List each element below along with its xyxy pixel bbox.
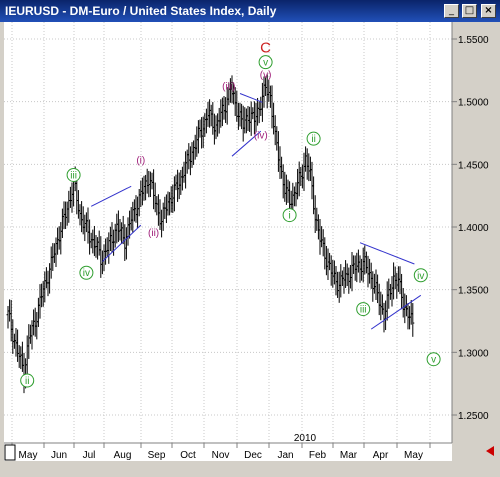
month-label: Apr [373, 450, 389, 461]
minimize-icon[interactable]: _ [444, 4, 459, 18]
month-label: Aug [114, 450, 132, 461]
price-tick-label: 1.4500 [458, 160, 489, 171]
price-tick-label: 1.5500 [458, 35, 489, 46]
month-label: Sep [148, 450, 166, 461]
month-label: Jul [83, 450, 96, 461]
wave-label: C [260, 39, 271, 56]
wave-label: i [288, 211, 290, 222]
price-tick-label: 1.2500 [458, 411, 489, 422]
price-tick-label: 1.5000 [458, 98, 489, 109]
month-label: Oct [180, 450, 196, 461]
price-tick-label: 1.3000 [458, 348, 489, 359]
wave-label: (i) [136, 155, 145, 166]
wave-label: (iii) [222, 82, 235, 93]
wave-label: ii [311, 134, 315, 145]
price-tick-label: 1.4000 [458, 223, 489, 234]
month-label: May [19, 450, 38, 461]
wave-label: (iv) [254, 130, 268, 141]
month-label: Feb [309, 450, 327, 461]
month-label: May [404, 450, 423, 461]
wave-label: iv [83, 268, 90, 279]
year-label: 2010 [294, 433, 317, 444]
wave-label: (ii) [148, 228, 159, 239]
price-chart: Cv(v)(iii)(iv)(i)(ii)iiiiviiiiiiiiivv 1.… [0, 22, 500, 477]
window-title: IEURUSD - DM-Euro / United States Index,… [5, 4, 277, 18]
wave-label: iii [360, 305, 367, 316]
maximize-icon[interactable]: □ [462, 4, 477, 18]
scroll-thumb[interactable] [4, 444, 16, 461]
wave-label: iv [417, 271, 424, 282]
month-label: Mar [340, 450, 358, 461]
month-label: Nov [212, 450, 230, 461]
close-icon[interactable]: × [481, 4, 496, 18]
wave-label: v [263, 58, 268, 69]
month-label: Dec [244, 450, 262, 461]
month-label: Jan [277, 450, 293, 461]
wave-label: (v) [260, 70, 272, 81]
wave-label: ii [25, 376, 29, 387]
title-bar: IEURUSD - DM-Euro / United States Index,… [0, 0, 500, 22]
wave-label: v [431, 355, 436, 366]
month-label: Jun [51, 450, 67, 461]
price-tick-label: 1.3500 [458, 286, 489, 297]
wave-label: iii [70, 170, 77, 181]
